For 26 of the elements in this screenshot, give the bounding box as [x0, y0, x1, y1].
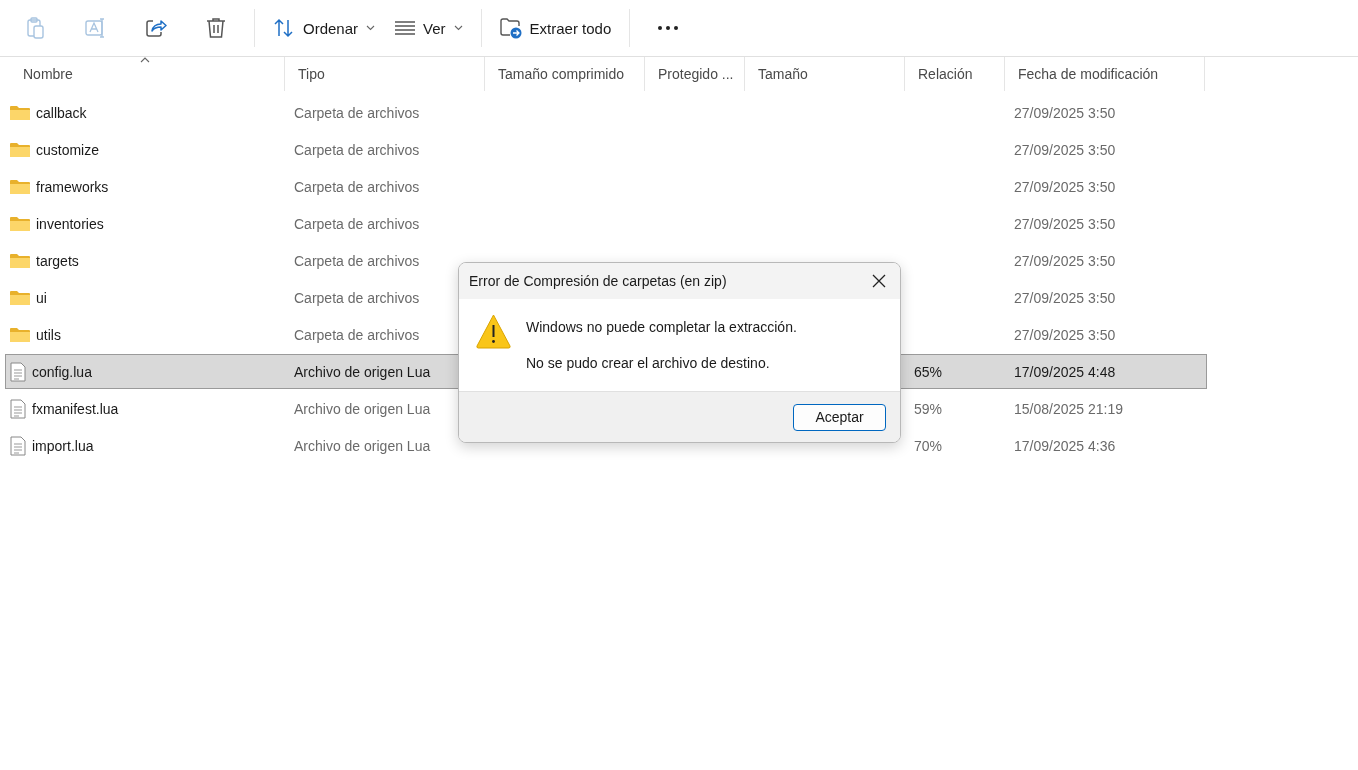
- modified-date: 27/09/2025 3:50: [1014, 252, 1116, 269]
- compression-ratio: 70%: [914, 437, 943, 454]
- file-type: Carpeta de archivos: [294, 326, 420, 343]
- compression-ratio: 65%: [914, 363, 943, 380]
- dialog-message: No se pudo crear el archivo de destino.: [526, 355, 771, 371]
- file-type: Carpeta de archivos: [294, 215, 420, 232]
- dialog-title: Error de Compresión de carpetas (en zip): [469, 273, 727, 289]
- modified-date: 27/09/2025 3:50: [1014, 326, 1116, 343]
- file-type: Carpeta de archivos: [294, 252, 420, 269]
- file-type: Archivo de origen Lua: [294, 363, 431, 380]
- modified-date: 17/09/2025 4:48: [1014, 363, 1116, 380]
- modified-date: 15/08/2025 21:19: [1014, 400, 1123, 417]
- modified-date: 27/09/2025 3:50: [1014, 289, 1116, 306]
- modified-date: 27/09/2025 3:50: [1014, 215, 1116, 232]
- file-type: Carpeta de archivos: [294, 178, 420, 195]
- file-type: Archivo de origen Lua: [294, 400, 431, 417]
- modified-date: 17/09/2025 4:36: [1014, 437, 1116, 454]
- file-type: Archivo de origen Lua: [294, 437, 431, 454]
- modified-date: 27/09/2025 3:50: [1014, 141, 1116, 158]
- file-type: Carpeta de archivos: [294, 104, 420, 121]
- file-type: Carpeta de archivos: [294, 289, 420, 306]
- modified-date: 27/09/2025 3:50: [1014, 104, 1116, 121]
- modified-date: 27/09/2025 3:50: [1014, 178, 1116, 195]
- dialog-message: Windows no puede completar la extracción.: [526, 319, 797, 335]
- compression-ratio: 59%: [914, 400, 943, 417]
- file-type: Carpeta de archivos: [294, 141, 420, 158]
